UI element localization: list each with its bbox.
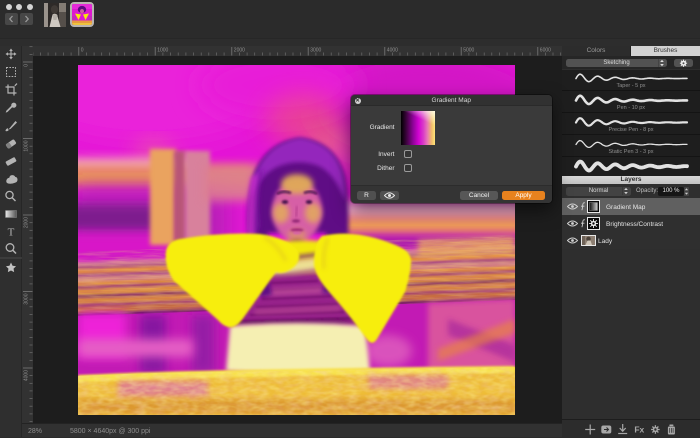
svg-text:1000: 1000 — [157, 48, 168, 54]
svg-text:1000: 1000 — [24, 140, 30, 151]
svg-text:0: 0 — [24, 64, 30, 67]
svg-text:5000: 5000 — [463, 48, 474, 54]
svg-text:2000: 2000 — [234, 48, 245, 54]
svg-text:Fx: Fx — [634, 425, 644, 435]
svg-text:0: 0 — [81, 48, 84, 54]
svg-text:3000: 3000 — [24, 293, 30, 304]
svg-text:T: T — [8, 227, 15, 239]
svg-text:3000: 3000 — [310, 48, 321, 54]
svg-text:6000: 6000 — [540, 48, 551, 54]
svg-text:2000: 2000 — [24, 217, 30, 228]
svg-text:4000: 4000 — [24, 370, 30, 381]
svg-text:4000: 4000 — [387, 48, 398, 54]
